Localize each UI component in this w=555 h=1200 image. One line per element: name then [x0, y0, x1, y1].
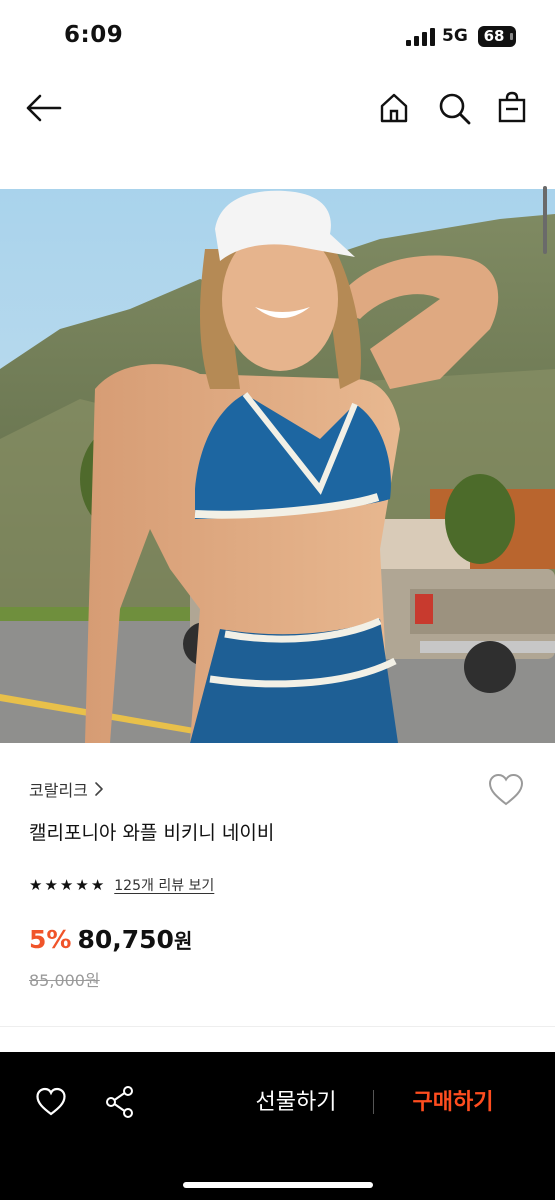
- shopping-bag-icon: [498, 91, 526, 123]
- network-type: 5G: [442, 26, 468, 46]
- home-indicator[interactable]: [183, 1182, 373, 1188]
- wishlist-button[interactable]: [487, 773, 525, 811]
- bottom-action-bar: 선물하기 구매하기: [0, 1052, 555, 1200]
- cellular-signal-icon: [406, 28, 436, 46]
- like-button[interactable]: [35, 1087, 67, 1117]
- back-button[interactable]: [24, 93, 62, 123]
- scrollbar[interactable]: [543, 186, 547, 254]
- star-icon: ★: [29, 875, 43, 894]
- price-row: 5% 80,750 원: [29, 925, 192, 954]
- star-icon: ★: [44, 875, 58, 894]
- discount-rate: 5%: [29, 925, 72, 954]
- chevron-right-icon: [95, 782, 103, 796]
- original-price: 85,000원: [29, 971, 100, 990]
- buy-button[interactable]: 구매하기: [393, 1084, 513, 1116]
- star-icon: ★: [59, 875, 74, 894]
- review-link[interactable]: 125개 리뷰 보기: [114, 875, 214, 895]
- star-icon: ★: [75, 875, 89, 894]
- home-button[interactable]: [378, 92, 410, 124]
- product-photo: [0, 189, 555, 743]
- heart-icon: [36, 1087, 66, 1116]
- divider: [0, 1026, 555, 1027]
- shopping-bag-button[interactable]: [497, 91, 527, 123]
- battery-level: 68: [483, 27, 505, 45]
- search-button[interactable]: [438, 92, 472, 126]
- battery-icon: 68: [478, 26, 516, 47]
- star-icon: ★: [90, 875, 105, 894]
- separator: [373, 1090, 374, 1114]
- share-button[interactable]: [104, 1085, 136, 1119]
- status-time: 6:09: [64, 22, 124, 48]
- sale-price: 80,750: [77, 925, 174, 954]
- app-bar: [0, 75, 555, 145]
- search-icon: [439, 93, 471, 125]
- product-image[interactable]: [0, 189, 555, 743]
- rating-row: ★ ★ ★ ★ ★ 125개 리뷰 보기: [29, 873, 214, 897]
- brand-link[interactable]: 코랄리크: [29, 777, 104, 801]
- share-icon: [106, 1086, 133, 1118]
- arrow-left-icon: [26, 94, 62, 122]
- product-title: 캘리포니아 와플 비키니 네이비: [29, 822, 275, 844]
- home-icon: [380, 93, 408, 123]
- brand-name: 코랄리크: [29, 781, 88, 800]
- rating-stars: ★ ★ ★ ★ ★: [29, 875, 105, 894]
- gift-button[interactable]: 선물하기: [236, 1084, 356, 1116]
- heart-icon: [488, 773, 524, 806]
- status-bar: 6:09 5G 68: [0, 0, 555, 70]
- price-unit: 원: [173, 929, 193, 953]
